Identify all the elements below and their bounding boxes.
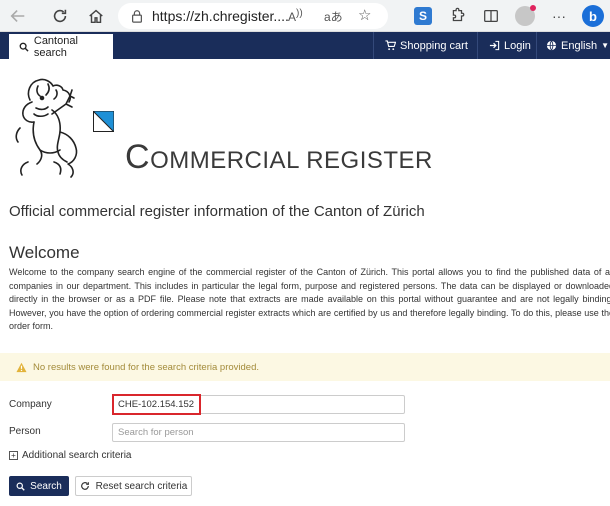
search-icon bbox=[19, 42, 29, 52]
read-aloud-icon[interactable]: A)) bbox=[288, 8, 303, 24]
url-text: https://zh.chregister.... bbox=[152, 8, 289, 24]
address-bar[interactable]: https://zh.chregister.... A)) aあ ☆ bbox=[118, 3, 388, 29]
page-subtitle: Official commercial register information… bbox=[9, 203, 425, 220]
search-icon bbox=[16, 482, 25, 491]
favorite-star-icon[interactable]: ☆ bbox=[358, 6, 371, 24]
person-label: Person bbox=[9, 426, 41, 437]
globe-icon bbox=[546, 40, 557, 51]
search-button[interactable]: Search bbox=[9, 476, 69, 496]
canton-flag-icon bbox=[93, 111, 114, 132]
language-dropdown[interactable]: English ▼ bbox=[546, 32, 609, 59]
company-label: Company bbox=[9, 399, 52, 410]
welcome-heading: Welcome bbox=[9, 243, 80, 262]
plus-square-icon: + bbox=[9, 451, 18, 460]
profile-avatar[interactable] bbox=[508, 2, 542, 30]
refresh-icon bbox=[80, 482, 89, 490]
browser-toolbar: https://zh.chregister.... A)) aあ ☆ S ···… bbox=[0, 0, 610, 32]
shopping-cart-link[interactable]: Shopping cart bbox=[385, 32, 468, 59]
page-brand-title: COMMERCIAL REGISTER bbox=[125, 138, 433, 176]
login-link[interactable]: Login bbox=[489, 32, 531, 59]
caret-down-icon: ▼ bbox=[601, 41, 609, 50]
no-results-alert: No results were found for the search cri… bbox=[0, 353, 610, 381]
home-icon[interactable] bbox=[82, 2, 110, 30]
lock-icon bbox=[132, 10, 142, 23]
reset-button[interactable]: Reset search criteria bbox=[75, 476, 192, 496]
extensions-puzzle-icon[interactable] bbox=[440, 2, 474, 30]
warning-icon bbox=[16, 362, 27, 372]
bing-copilot-icon[interactable]: b bbox=[576, 2, 610, 30]
refresh-icon[interactable] bbox=[46, 2, 74, 30]
company-input[interactable]: CHE-102.154.152 bbox=[112, 395, 405, 414]
tab-label: Cantonal search bbox=[33, 34, 78, 59]
welcome-paragraph: Welcome to the company search engine of … bbox=[9, 267, 610, 332]
cart-icon bbox=[385, 40, 396, 51]
tab-cantonal-search[interactable]: Cantonal search bbox=[9, 32, 113, 59]
site-navbar: Cantonal search Shopping cart Login Engl… bbox=[0, 32, 610, 59]
alert-message: No results were found for the search cri… bbox=[33, 361, 259, 373]
more-menu-icon[interactable]: ··· bbox=[542, 2, 576, 30]
translate-icon[interactable]: aあ bbox=[324, 8, 343, 25]
person-input[interactable]: Search for person bbox=[112, 423, 405, 442]
zurich-lion-logo bbox=[15, 78, 78, 178]
extension-s-icon[interactable]: S bbox=[406, 2, 440, 30]
split-screen-icon[interactable] bbox=[474, 2, 508, 30]
additional-search-toggle[interactable]: + Additional search criteria bbox=[9, 450, 132, 461]
back-arrow-icon[interactable] bbox=[4, 2, 32, 30]
login-icon bbox=[489, 40, 500, 51]
